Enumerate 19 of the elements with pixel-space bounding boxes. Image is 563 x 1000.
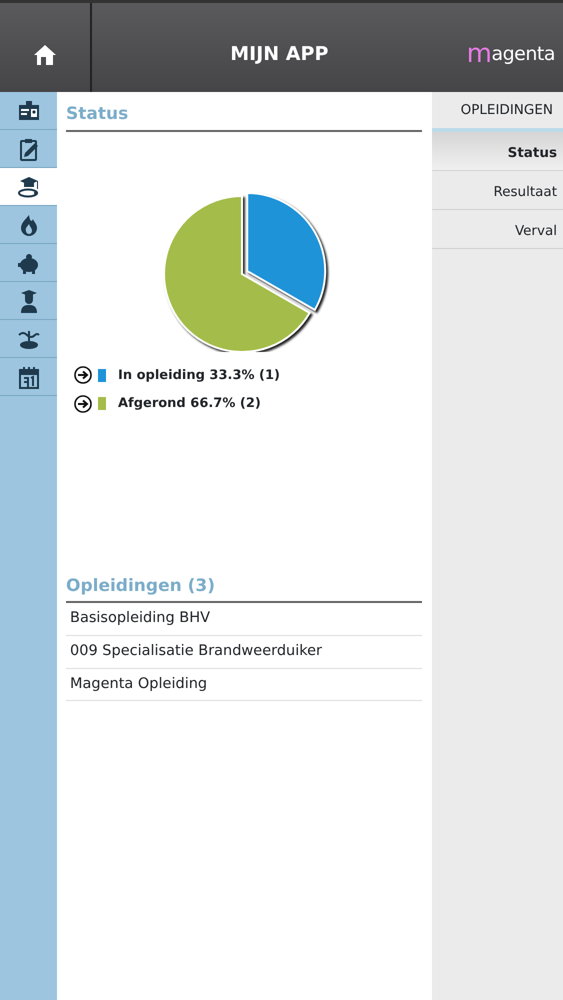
section-title: Status xyxy=(66,102,422,132)
legend-label: In opleiding 33.3% (1) xyxy=(118,366,280,384)
app-title: MIJN APP xyxy=(229,42,330,68)
menu-item[interactable]: Verval xyxy=(432,210,563,250)
menu-item[interactable]: Resultaat xyxy=(432,171,563,210)
calendar-icon xyxy=(16,364,40,388)
home-icon[interactable] xyxy=(33,44,57,66)
arrow-circle-icon[interactable] xyxy=(74,394,92,413)
legend-label: Afgerond 66.7% (2) xyxy=(118,395,261,413)
arrow-circle-icon[interactable] xyxy=(74,366,92,384)
sidebar-item[interactable] xyxy=(0,168,57,206)
id-card-icon xyxy=(16,98,40,122)
logo: magenta xyxy=(466,38,556,71)
section-title: Opleidingen (3) xyxy=(66,574,422,603)
graduation-cap-icon xyxy=(16,174,40,198)
course-item[interactable]: Basisopleiding BHV xyxy=(66,603,422,636)
course-item[interactable]: 009 Specialisatie Brandweerduiker xyxy=(66,636,422,668)
course-item[interactable]: Magenta Opleiding xyxy=(66,668,422,702)
menu-item[interactable]: Status xyxy=(432,132,563,172)
